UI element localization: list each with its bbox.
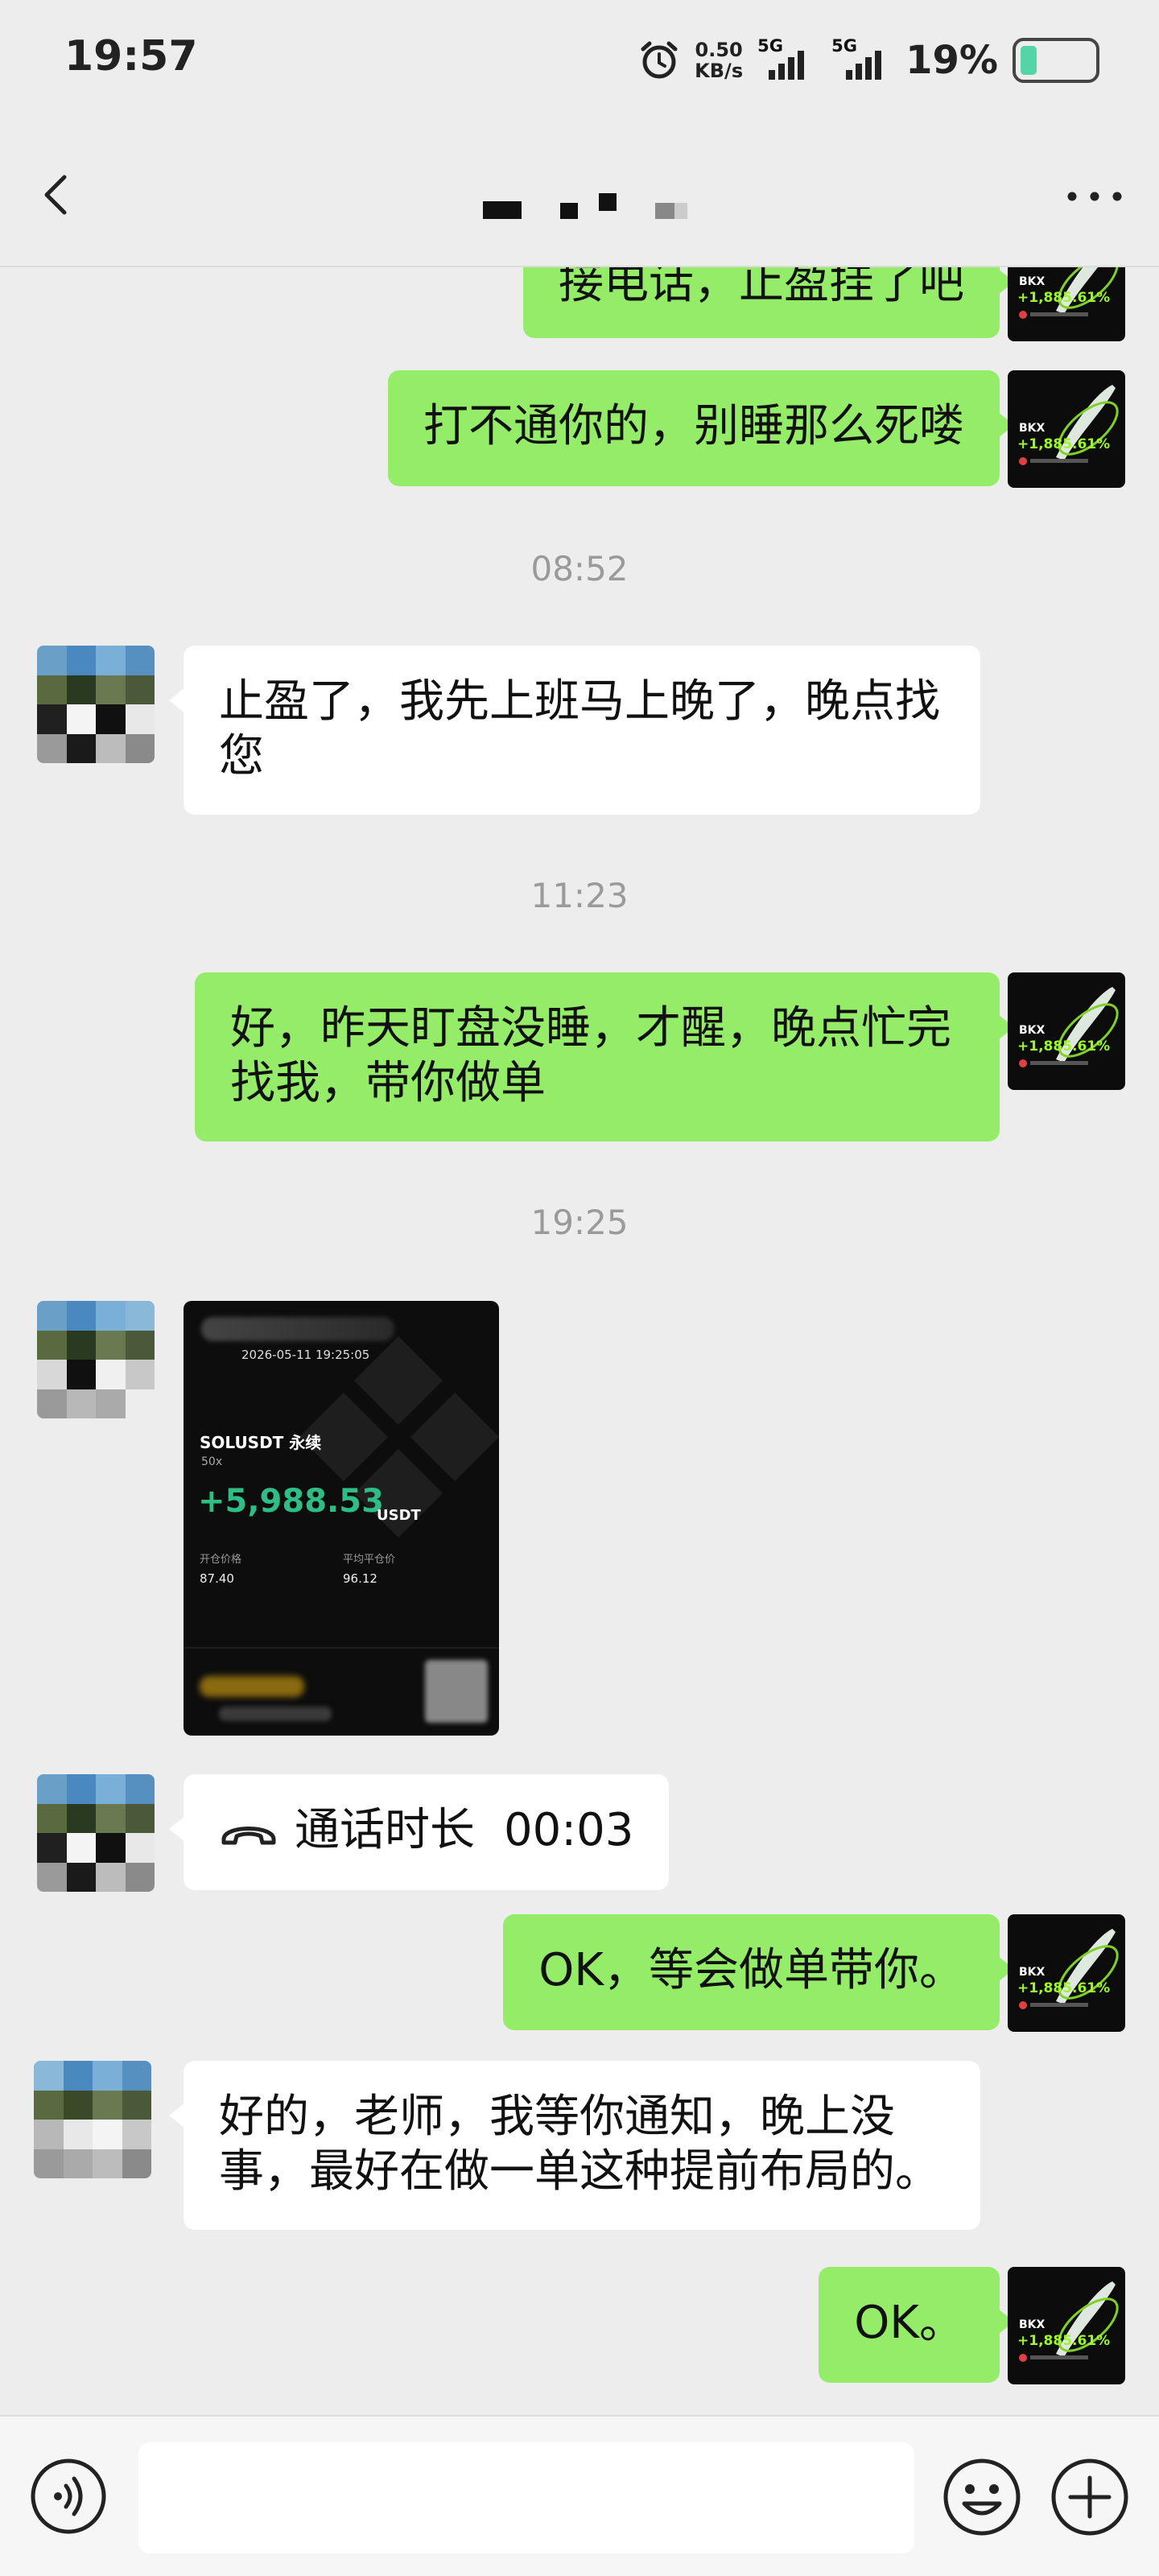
my-avatar[interactable]: BKX +1,885.61% [1008,370,1125,488]
more-dots-icon[interactable] [1062,188,1127,204]
message-bubble-sent[interactable]: OK。 [819,2267,1014,2383]
message-bubble-sent[interactable]: 好，昨天盯盘没睡，才醒，晚点忙完找我，带你做单 [195,972,1014,1141]
voice-input-icon[interactable] [29,2457,108,2536]
contact-avatar[interactable] [34,2061,151,2178]
call-duration: 00:03 [504,1804,634,1856]
my-avatar[interactable]: BKX +1,885.61% [1008,2267,1125,2384]
message-row-received: 2026-05-11 19:25:05 SOLUSDT 永续 50x +5,98… [0,1301,1159,1740]
message-row-sent: 打不通你的，别睡那么死喽 BKX +1,885.61% [0,370,1159,491]
message-bubble-received[interactable]: 好的，老师，我等你通知，晚上没事，最好在做一单这种提前布局的。 [169,2061,980,2230]
message-row-received: 通话时长 00:03 [0,1774,1159,1895]
my-avatar[interactable]: BKX +1,885.61% [1008,1914,1125,2032]
status-icons: 0.50 KB/s 5G 5G 19% [638,32,1099,89]
call-record-bubble[interactable]: 通话时长 00:03 [168,1774,670,1890]
timestamp: 19:25 [530,1203,629,1242]
emoji-icon[interactable] [942,2457,1022,2537]
alarm-icon [641,41,678,79]
message-input[interactable] [138,2442,914,2553]
my-avatar[interactable]: BKX +1,885.61% [1008,972,1125,1090]
message-row-sent: 接电话，止盈挂了吧 BKX +1,885.61% [0,267,1159,348]
message-row-sent: 好，昨天盯盘没睡，才醒，晚点忙完找我，带你做单 BKX +1,885.61% [0,972,1159,1150]
timestamp: 08:52 [530,549,629,588]
contact-avatar[interactable] [37,1774,155,1892]
call-label: 通话时长 [295,1804,475,1856]
message-row-sent: OK。 BKX +1,885.61% [0,2267,1159,2388]
message-bubble-sent[interactable]: 接电话，止盈挂了吧 [523,267,1014,338]
network-speed: 0.50 KB/s [695,39,744,82]
trade-screenshot-image[interactable]: 2026-05-11 19:25:05 SOLUSDT 永续 50x +5,98… [184,1301,499,1736]
phone-hangup-icon [221,1826,276,1845]
status-time: 19:57 [64,32,198,80]
contact-avatar[interactable] [37,1301,155,1418]
chat-title-redacted [483,193,692,225]
message-row-received: 止盈了，我先上班马上晚了，晚点找您 [0,646,1159,823]
message-bubble-received[interactable]: 止盈了，我先上班马上晚了，晚点找您 [169,646,980,815]
contact-avatar[interactable] [37,646,155,763]
message-input-bar [0,2415,1159,2576]
signal-icon-sim2: 5G [831,36,891,80]
chat-header [0,121,1159,267]
signal-icon-sim1: 5G [757,36,817,80]
status-bar: 19:57 0.50 KB/s 5G 5G 19% [0,0,1159,121]
message-bubble-sent[interactable]: 打不通你的，别睡那么死喽 [388,370,1014,486]
battery-icon [1013,38,1099,83]
chevron-left-icon[interactable] [34,171,82,219]
chat-message-list[interactable]: 接电话，止盈挂了吧 BKX +1,885.61% 打不通你的，别睡那么死喽 BK… [0,267,1159,2415]
battery-percent: 19% [905,38,998,83]
plus-icon[interactable] [1050,2457,1130,2537]
qr-code-icon [425,1660,488,1723]
timestamp: 11:23 [530,876,629,915]
pnl-value: +5,988.53 [198,1483,384,1520]
message-bubble-sent[interactable]: OK，等会做单带你。 [503,1914,1014,2030]
my-avatar[interactable]: BKX +1,885.61% [1008,267,1125,341]
message-row-sent: OK，等会做单带你。 BKX +1,885.61% [0,1914,1159,2035]
message-row-received: 好的，老师，我等你通知，晚上没事，最好在做一单这种提前布局的。 [0,2061,1159,2238]
